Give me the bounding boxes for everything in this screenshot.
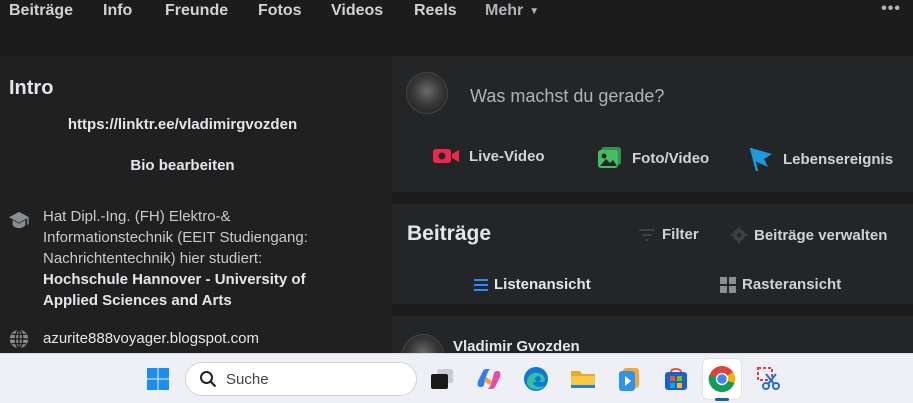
caret-down-icon: ▼ xyxy=(529,5,540,17)
list-view-label: Listenansicht xyxy=(494,276,591,293)
manage-posts-button[interactable]: Beiträge verwalten xyxy=(730,226,887,244)
profile-tab-bar: Beiträge Info Freunde Fotos Videos Reels… xyxy=(0,0,913,22)
tab-beitraege[interactable]: Beiträge xyxy=(9,2,73,20)
posts-title: Beiträge xyxy=(407,222,492,245)
photo-video-icon xyxy=(598,147,621,168)
search-input[interactable] xyxy=(226,370,406,388)
grid-view-label: Rasteransicht xyxy=(742,276,842,293)
windows-start-icon[interactable] xyxy=(143,364,173,394)
education-school-link[interactable]: Hochschule Hannover - University of Appl… xyxy=(43,271,306,309)
windows-taskbar xyxy=(0,353,913,403)
tab-fotos[interactable]: Fotos xyxy=(258,2,302,20)
website-link[interactable]: azurite888voyager.blogspot.com xyxy=(43,330,259,347)
intro-link[interactable]: https://linktr.ee/vladimirgvozden xyxy=(0,116,365,133)
posts-card: Beiträge Filter Beiträge verwalten Liste… xyxy=(392,204,913,304)
composer-prompt[interactable]: Was machst du gerade? xyxy=(470,86,664,107)
active-app-indicator xyxy=(715,398,729,401)
taskbar-search[interactable] xyxy=(185,362,417,396)
intro-card: Intro https://linktr.ee/vladimirgvozden … xyxy=(0,56,392,356)
task-view-icon[interactable] xyxy=(427,364,457,394)
copilot-icon[interactable] xyxy=(474,364,504,394)
post-preview: Vladimir Gvozden xyxy=(392,316,913,376)
grid-view-button[interactable]: Rasteransicht xyxy=(720,276,841,293)
tab-more-label: Mehr xyxy=(485,2,524,19)
education-entry: Hat Dipl.-Ing. (FH) Elektro-& Informatio… xyxy=(43,206,343,311)
grid-view-icon xyxy=(720,276,736,293)
tab-freunde[interactable]: Freunde xyxy=(165,2,228,20)
avatar[interactable] xyxy=(406,72,448,114)
snipping-tool-icon[interactable] xyxy=(754,364,784,394)
more-options-icon[interactable]: ••• xyxy=(881,0,901,18)
life-event-button[interactable]: Lebensereignis xyxy=(748,146,893,172)
media-player-icon[interactable] xyxy=(614,364,644,394)
intro-title: Intro xyxy=(9,77,54,99)
gear-icon xyxy=(730,226,748,244)
life-event-flag-icon xyxy=(749,147,772,172)
photo-video-label: Foto/Video xyxy=(632,149,710,167)
photo-video-button[interactable]: Foto/Video xyxy=(597,146,709,170)
list-view-button[interactable]: Listenansicht xyxy=(474,276,591,293)
live-video-icon xyxy=(433,149,459,163)
filter-label: Filter xyxy=(662,226,699,243)
live-video-label: Live-Video xyxy=(469,147,545,165)
post-composer: Was machst du gerade? Live-Video Foto/Vi… xyxy=(392,56,913,192)
live-video-button[interactable]: Live-Video xyxy=(432,146,545,166)
education-description: Hat Dipl.-Ing. (FH) Elektro-& Informatio… xyxy=(43,208,308,267)
filter-icon xyxy=(639,228,655,241)
life-event-label: Lebensereignis xyxy=(783,150,894,168)
graduation-cap-icon xyxy=(9,211,29,229)
filter-button[interactable]: Filter xyxy=(638,226,699,243)
manage-posts-label: Beiträge verwalten xyxy=(754,226,888,244)
globe-icon xyxy=(9,329,29,349)
list-view-icon xyxy=(474,278,488,291)
tab-reels[interactable]: Reels xyxy=(414,2,457,20)
file-explorer-icon[interactable] xyxy=(568,364,598,394)
chrome-icon[interactable] xyxy=(707,364,737,394)
tab-info[interactable]: Info xyxy=(103,2,132,20)
microsoft-store-icon[interactable] xyxy=(661,364,691,394)
edge-icon[interactable] xyxy=(521,364,551,394)
edit-bio-button[interactable]: Bio bearbeiten xyxy=(0,157,365,174)
tab-more[interactable]: Mehr ▼ xyxy=(485,2,539,20)
tab-videos[interactable]: Videos xyxy=(331,2,383,20)
search-icon xyxy=(200,371,217,388)
